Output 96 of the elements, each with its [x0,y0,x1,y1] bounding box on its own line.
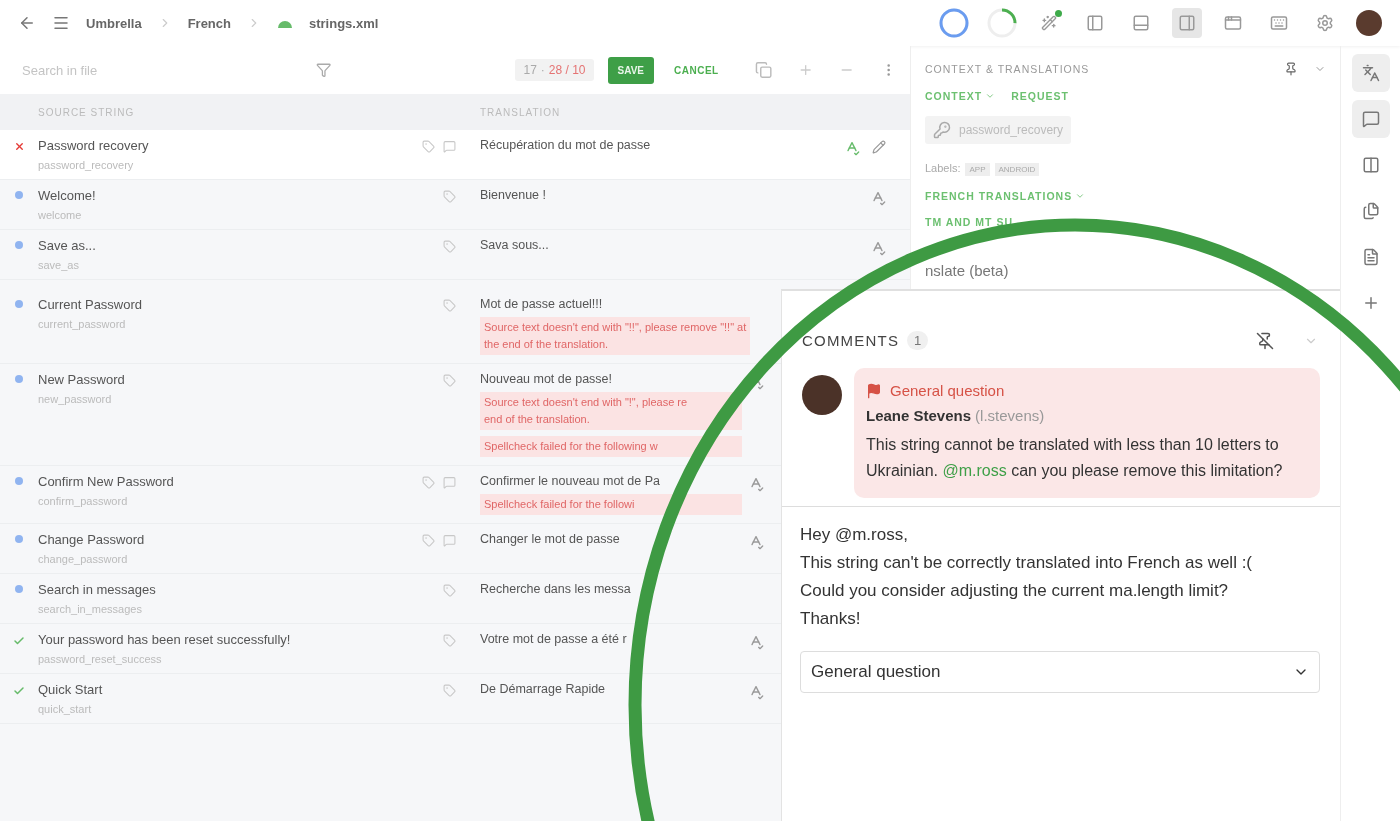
string-key: welcome [38,209,82,221]
string-key: new_password [38,393,112,405]
string-row[interactable]: Password recovery password_recovery Récupération du mot de passe [0,130,910,180]
spellcheck-icon[interactable] [844,140,860,156]
breadcrumb-link[interactable]: Umbrella [86,15,142,31]
source-text: Welcome! [38,188,96,203]
caret-icon [985,91,996,101]
author-name: Leane Stevens [866,407,972,424]
back-icon[interactable] [18,14,36,32]
issue-text: Spellcheck failed for the following w [484,439,659,454]
android-icon [277,18,293,28]
translation-text: Mot de passe actuel!!! [480,297,603,311]
tag-icon[interactable] [443,584,456,597]
breadcrumb-link[interactable]: French [187,15,231,31]
label-tag: ANDROID [994,163,1040,176]
string-key: search_in_messages [38,603,142,615]
tag-icon[interactable] [422,140,435,153]
translation-text: Recherche dans les messa [480,582,631,596]
spellcheck-icon[interactable] [870,240,886,256]
string-key: confirm_password [38,495,128,507]
author-username: (l.stevens) [975,407,1045,424]
translation-text: Nouveau mot de passe! [480,372,613,386]
source-text: Password recovery [38,138,149,153]
label-tag: APP [965,163,990,176]
column-header: TRANSLATION [480,106,562,118]
translation-text: De Démarrage Rapide [480,682,606,696]
translate-icon[interactable] [1351,54,1390,92]
avatar [802,375,842,415]
source-text: New Password [38,372,125,387]
comment-icon[interactable] [443,534,456,547]
pin-icon[interactable] [1284,62,1298,76]
source-text: Current Password [38,297,143,312]
issue-text: Source text doesn't end with "!", please re [484,395,689,410]
string-key: save_as [38,259,79,271]
breadcrumb-link[interactable]: strings.xml [309,15,379,31]
spellcheck-icon[interactable] [870,190,886,206]
string-key: password_reset_success [38,653,162,665]
comments-icon[interactable] [1351,100,1390,138]
issue-text: the end of the translation. [484,337,610,352]
string-key: change_password [38,553,128,565]
column-header: SOURCE STRING [38,106,136,118]
source-text: Your password has been reset successfully! [38,632,291,647]
source-text: Save as... [38,238,96,253]
tag-icon[interactable] [422,476,435,489]
tag-icon[interactable] [443,634,456,647]
source-text: Confirm New Password [38,474,174,489]
translation-text: Confirmer le nouveau mot de Pa [480,474,660,488]
user-avatar[interactable] [1356,10,1382,36]
issue-text: Source text doesn't end with "!!", please remove "!!" at [484,320,747,335]
source-text: Change Password [38,532,145,547]
comment-icon[interactable] [443,476,456,489]
string-key: password_recovery [38,159,134,171]
labels-title: Labels: [925,162,961,174]
spellcheck-icon[interactable] [748,476,764,492]
panel-title: CONTEXT & TRANSLATIONS [925,63,1091,75]
tag-icon[interactable] [443,684,456,697]
key-chip: password_recovery [925,116,1072,144]
search-field[interactable]: Search in file [0,61,303,79]
filter-icon[interactable] [316,62,332,78]
copy-icon[interactable] [754,61,772,79]
comment-text: This string cannot be translated with less than 10 letters to Ukrainian. @m.ross can you please remove this limitation? [866,435,1284,481]
caret-icon [1075,191,1086,201]
spellcheck-icon[interactable] [748,634,764,650]
translation-text: Bienvenue ! [480,188,547,202]
string-key: current_password [38,318,126,330]
menu-icon[interactable] [52,14,70,32]
translation-text: Sava sous... [480,238,549,252]
edit-icon[interactable] [872,140,886,154]
comment-icon[interactable] [443,140,456,153]
spellcheck-icon[interactable] [748,534,764,550]
translation-text: Changer le mot de passe [480,532,620,546]
pin-icon[interactable] [1256,331,1274,350]
tag-icon[interactable] [443,190,456,203]
progress-ring-icon [938,7,970,39]
string-key: quick_start [38,703,92,715]
source-text: Quick Start [38,682,103,697]
issue-type-select[interactable]: General question [800,651,1320,693]
source-text: Search in messages [38,582,156,597]
comment-category: General question [890,382,1005,399]
translation-text: Votre mot de passe a été r [480,632,627,646]
tag-icon[interactable] [443,374,456,387]
beta-text: nslate (beta) [925,262,1009,279]
comments-title: COMMENTS [802,332,900,349]
spellcheck-icon[interactable] [748,684,764,700]
issue-counter: 17 · 28 / 10 [515,59,594,81]
tag-icon[interactable] [422,534,435,547]
tag-icon[interactable] [443,299,456,312]
translation-text: Récupération du mot de passe [480,138,651,152]
flag-icon [866,382,882,399]
issue-text: Spellcheck failed for the followi [484,497,636,512]
count-badge: 1 [907,331,929,350]
tag-icon[interactable] [443,240,456,253]
progress-ring-icon [986,7,1018,39]
layout-icon[interactable] [1172,8,1202,38]
key-icon [933,121,951,139]
issue-text: end of the translation. [484,412,591,427]
